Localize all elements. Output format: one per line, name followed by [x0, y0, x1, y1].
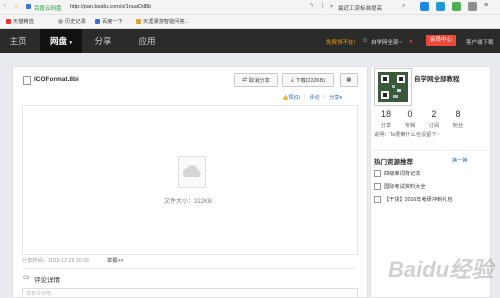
hot-item[interactable]: 国际考试资料大全: [374, 183, 426, 190]
qr-code-icon: [378, 72, 408, 102]
url-field[interactable]: http://pan.baidu.com/s/1nuaDd8b: [70, 4, 151, 10]
site-name: 百度云网盘: [34, 5, 62, 12]
more-icon: ▦: [346, 77, 352, 83]
tmall-icon: [6, 19, 11, 24]
share-icon: ⇄: [242, 77, 247, 83]
address-row: ‹ ☆ 百度云网盘 http://pan.baidu.com/s/1nuaDd8…: [0, 0, 500, 14]
chevron-down-icon: ▾: [339, 95, 343, 101]
bookmark-item[interactable]: 历史记录: [58, 18, 86, 25]
refresh-link[interactable]: 换一换: [452, 157, 468, 164]
download-arrow-icon: ⤓: [291, 76, 294, 83]
doc-icon: [374, 170, 381, 177]
bookmark-item[interactable]: 天猫精选: [6, 18, 34, 25]
hot-item[interactable]: 四级单词背记法: [374, 170, 420, 177]
stat-shares-label[interactable]: 分享: [374, 122, 398, 129]
search-box[interactable]: 最近工资标准提高: [338, 4, 382, 12]
profile-bio: 说明：Ta很懒什么也没留下~: [374, 132, 440, 138]
bookmark-item[interactable]: 百度一下: [95, 18, 123, 25]
tianya-icon: [136, 19, 141, 24]
nav-share[interactable]: 分享: [88, 29, 118, 53]
menu-icon[interactable]: ≡: [484, 2, 488, 9]
separator-icon: |: [322, 3, 324, 9]
user-menu[interactable]: 自学网全部~: [371, 38, 402, 46]
download-button[interactable]: ⤓ 下载(222KB): [282, 73, 334, 87]
comments-header: 评论详情: [34, 277, 60, 284]
download-icon[interactable]: [436, 2, 445, 11]
play-icon[interactable]: [420, 2, 429, 11]
chevron-down-icon: ▾: [69, 40, 72, 46]
site-favicon-icon: [26, 4, 31, 9]
notification-dot: ●: [409, 39, 413, 45]
hot-resources-title: 热门资源推荐: [374, 159, 413, 166]
file-size: 文件大小：222KB: [164, 199, 213, 205]
stat-fans-value: 8: [455, 109, 461, 119]
bookmark-item[interactable]: 天涯漫游智能问答...: [136, 18, 189, 25]
cancel-share-button[interactable]: ⇄ 取消分享: [234, 73, 278, 87]
divider: |: [304, 94, 306, 100]
divider: [372, 150, 487, 151]
lightning-icon[interactable]: ϟ: [310, 3, 313, 9]
promo-link[interactable]: 免费领不在!: [326, 38, 355, 46]
divider: |: [323, 94, 326, 100]
back-arrow-icon[interactable]: ‹: [4, 3, 6, 9]
action-links: 👍赞(0) | 评论 | 分享▾: [282, 94, 342, 101]
history-icon: [58, 19, 63, 24]
search-icon[interactable]: ⌕: [402, 3, 405, 10]
bookmark-bar: 天猫精选 历史记录 百度一下 天涯漫游智能问答...: [0, 14, 500, 29]
search-provider-icon[interactable]: ▾: [330, 3, 333, 10]
file-icon: [23, 76, 31, 85]
doc-icon: [374, 196, 381, 203]
stat-shares-value: 18: [380, 109, 391, 119]
client-download-link[interactable]: 客户端下载: [466, 38, 494, 46]
divider: [22, 268, 356, 269]
like-link[interactable]: 👍赞(0): [282, 94, 300, 101]
hot-item[interactable]: 【干货】2016年考研冲刺礼包: [374, 196, 453, 203]
share-time: 分享时间：2015-12-29 10:26: [22, 258, 89, 264]
extension-icon[interactable]: [452, 2, 461, 11]
browser-chrome: ‹ ☆ 百度云网盘 http://pan.baidu.com/s/1nuaDd8…: [0, 0, 500, 29]
stat-fans-label[interactable]: 粉丝: [446, 122, 470, 129]
star-icon[interactable]: ☆: [14, 3, 19, 10]
nav-netdisk[interactable]: 网盘 ▾: [40, 29, 82, 53]
profile-name[interactable]: 自学网全部教程: [414, 73, 460, 83]
stat-subscriptions-label[interactable]: 订阅: [422, 122, 446, 129]
share-link[interactable]: 分享▾: [329, 94, 342, 101]
tools-icon[interactable]: [468, 2, 477, 11]
watermark: Baidu经验: [388, 257, 494, 282]
report-link[interactable]: 举报>>: [107, 257, 123, 264]
user-avatar-icon: ☺: [362, 38, 369, 44]
member-center-button[interactable]: 会员中心: [426, 35, 457, 46]
more-button[interactable]: ▦: [340, 73, 358, 87]
profile-avatar[interactable]: [374, 68, 412, 106]
file-name: ICOFormat.8bi: [34, 76, 79, 83]
stat-subscriptions-value: 2: [431, 109, 437, 119]
baidu-icon: [95, 19, 100, 24]
stat-albums-value: 0: [407, 109, 413, 119]
site-nav: 主页 网盘 ▾ 分享 应用 免费领不在! ☺ 自学网全部~ ● 会员中心 客户端…: [0, 29, 500, 53]
stat-albums-label[interactable]: 专辑: [398, 122, 422, 129]
cloud-file-icon: [178, 156, 206, 188]
doc-icon: [374, 183, 381, 190]
comment-link[interactable]: 评论: [309, 94, 319, 101]
nav-home[interactable]: 主页: [4, 29, 32, 53]
nav-apps[interactable]: 应用: [132, 29, 162, 53]
comment-icon: ▭: [23, 274, 30, 281]
